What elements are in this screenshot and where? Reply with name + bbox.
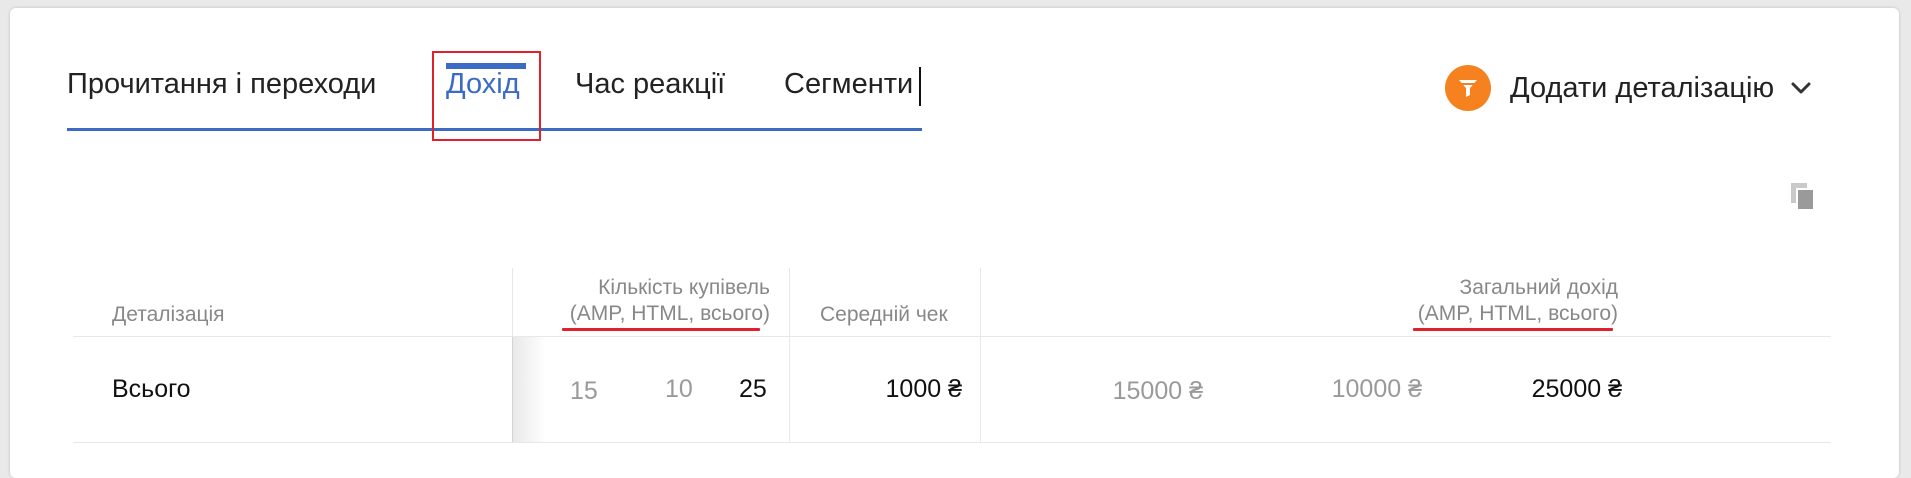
- purchases-html: 10: [665, 375, 693, 403]
- copy-icon[interactable]: [1788, 180, 1818, 214]
- annotation-underline: [1413, 328, 1613, 331]
- chevron-down-icon: [1790, 81, 1812, 95]
- column-shadow: [512, 337, 546, 442]
- row-divider: [73, 442, 1831, 443]
- highlight-box: [432, 51, 541, 141]
- header-purchases-subtitle: (AMP, HTML, всього): [569, 302, 770, 325]
- add-detail-button[interactable]: Додати деталізацію: [1445, 65, 1812, 111]
- tab-reads-and-clicks[interactable]: Прочитання і переходи: [67, 68, 376, 101]
- avg-check-value: 1000 ₴: [885, 375, 962, 403]
- header-detail: Деталізація: [112, 303, 225, 326]
- funnel-icon: [1445, 65, 1491, 111]
- purchases-total: 25: [739, 375, 767, 403]
- header-purchases-title: Кількість купівель: [598, 276, 770, 299]
- column-separator: [789, 268, 790, 443]
- purchases-amp: 15: [570, 377, 598, 405]
- annotation-underline: [562, 328, 760, 331]
- income-amp: 15000 ₴: [1112, 377, 1203, 405]
- tab-segments[interactable]: Сегменти: [784, 68, 913, 101]
- income-html: 10000 ₴: [1331, 375, 1422, 403]
- income-total: 25000 ₴: [1531, 375, 1622, 403]
- add-detail-label: Додати деталізацію: [1510, 71, 1775, 104]
- header-total-income-title: Загальний дохід: [1459, 276, 1618, 299]
- column-separator: [980, 268, 981, 443]
- header-total-income-subtitle: (AMP, HTML, всього): [1417, 302, 1618, 325]
- row-label-total: Всього: [112, 375, 191, 403]
- tab-reaction-time[interactable]: Час реакції: [575, 68, 725, 101]
- header-avg-check: Середній чек: [820, 303, 948, 326]
- header-divider: [73, 336, 1831, 337]
- text-cursor: [919, 67, 921, 106]
